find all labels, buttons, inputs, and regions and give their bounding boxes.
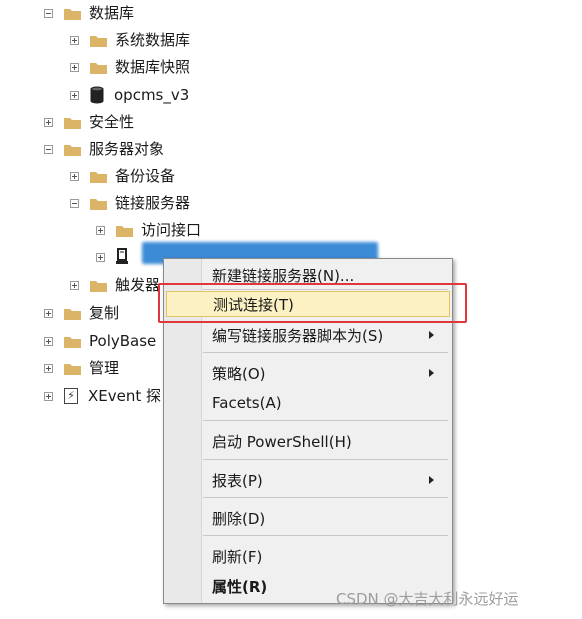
- tree-node-label: 复制: [89, 304, 120, 322]
- tree-node-label: 数据库快照: [115, 58, 191, 76]
- folder-icon: [90, 34, 107, 47]
- tree-node-database-snapshots[interactable]: 数据库快照: [70, 56, 190, 78]
- folder-icon: [64, 335, 81, 348]
- tree-node-xevent[interactable]: ⚡ XEvent 探: [44, 385, 161, 407]
- tree-node-security[interactable]: 安全性: [44, 111, 134, 133]
- expand-icon[interactable]: [96, 225, 105, 235]
- folder-icon: [116, 224, 133, 237]
- folder-icon: [90, 170, 107, 183]
- expand-icon[interactable]: [44, 391, 53, 401]
- menu-item-facets[interactable]: Facets(A): [166, 390, 450, 416]
- tree-node-backup-devices[interactable]: 备份设备: [70, 165, 175, 187]
- menu-item-label: Facets(A): [212, 394, 282, 412]
- tree-node-replication[interactable]: 复制: [44, 302, 119, 324]
- expand-icon[interactable]: [96, 252, 105, 262]
- xevent-icon: ⚡: [64, 388, 78, 404]
- expand-icon[interactable]: [44, 363, 53, 373]
- tree-node-providers[interactable]: 访问接口: [96, 219, 201, 241]
- expand-icon[interactable]: [44, 308, 53, 318]
- menu-item-policies[interactable]: 策略(O): [166, 360, 450, 386]
- folder-icon: [90, 197, 107, 210]
- collapse-icon[interactable]: [44, 8, 53, 18]
- folder-icon: [64, 116, 81, 129]
- menu-item-label: 刷新(F): [212, 547, 263, 566]
- watermark: CSDN @大吉大利永远好运: [336, 590, 519, 608]
- folder-icon: [64, 7, 81, 20]
- submenu-arrow-icon: [429, 369, 434, 377]
- tree-node-triggers[interactable]: 触发器: [70, 274, 160, 296]
- database-icon: [90, 86, 104, 104]
- tree-node-server-objects[interactable]: 服务器对象: [44, 138, 164, 160]
- expand-icon[interactable]: [70, 280, 79, 290]
- tree-node-system-databases[interactable]: 系统数据库: [70, 29, 190, 51]
- folder-icon: [64, 143, 81, 156]
- menu-item-label: 启动 PowerShell(H): [212, 432, 352, 451]
- collapse-icon[interactable]: [70, 198, 79, 208]
- tree-node-label: 备份设备: [115, 167, 176, 185]
- tree-node-databases[interactable]: 数据库: [44, 2, 134, 24]
- menu-separator: [203, 535, 448, 536]
- menu-separator: [203, 352, 448, 353]
- tree-node-label: 服务器对象: [89, 140, 165, 158]
- menu-item-refresh[interactable]: 刷新(F): [166, 543, 450, 569]
- tree-node-management[interactable]: 管理: [44, 357, 119, 379]
- menu-item-script-linked-server[interactable]: 编写链接服务器脚本为(S): [166, 322, 450, 348]
- tree-node-label: 系统数据库: [115, 31, 191, 49]
- tree-node-opcms-v3[interactable]: opcms_v3: [70, 84, 189, 106]
- expand-icon[interactable]: [70, 90, 79, 100]
- menu-separator: [203, 459, 448, 460]
- tree-node-linked-server-selected[interactable]: [96, 246, 138, 268]
- menu-item-label: 编写链接服务器脚本为(S): [212, 326, 384, 345]
- callout-highlight-box: [158, 283, 467, 323]
- tree-node-label: XEvent 探: [88, 387, 162, 405]
- submenu-arrow-icon: [429, 331, 434, 339]
- folder-icon: [90, 61, 107, 74]
- collapse-icon[interactable]: [44, 144, 53, 154]
- expand-icon[interactable]: [70, 171, 79, 181]
- folder-icon: [64, 307, 81, 320]
- folder-icon: [64, 362, 81, 375]
- expand-icon[interactable]: [70, 62, 79, 72]
- tree-node-label: 管理: [89, 359, 120, 377]
- tree-node-label: PolyBase: [89, 332, 157, 350]
- expand-icon[interactable]: [70, 35, 79, 45]
- menu-item-start-powershell[interactable]: 启动 PowerShell(H): [166, 428, 450, 454]
- menu-item-label: 删除(D): [212, 509, 266, 528]
- expand-icon[interactable]: [44, 336, 53, 346]
- menu-item-label: 报表(P): [212, 471, 263, 490]
- tree-node-label: 安全性: [89, 113, 135, 131]
- tree-node-label: opcms_v3: [114, 86, 190, 104]
- linked-server-icon: [116, 248, 130, 266]
- menu-item-label: 策略(O): [212, 364, 266, 383]
- tree-node-label: 触发器: [115, 276, 161, 294]
- tree-node-label: 数据库: [89, 4, 135, 22]
- folder-icon: [90, 279, 107, 292]
- tree-node-linked-servers[interactable]: 链接服务器: [70, 192, 190, 214]
- tree-node-label: 链接服务器: [115, 194, 191, 212]
- expand-icon[interactable]: [44, 117, 53, 127]
- tree-node-label: 访问接口: [141, 221, 202, 239]
- menu-item-reports[interactable]: 报表(P): [166, 467, 450, 493]
- tree-node-polybase[interactable]: PolyBase: [44, 330, 156, 352]
- menu-separator: [203, 420, 448, 421]
- submenu-arrow-icon: [429, 476, 434, 484]
- menu-item-delete[interactable]: 删除(D): [166, 505, 450, 531]
- menu-separator: [203, 497, 448, 498]
- menu-item-label: 属性(R): [212, 577, 268, 596]
